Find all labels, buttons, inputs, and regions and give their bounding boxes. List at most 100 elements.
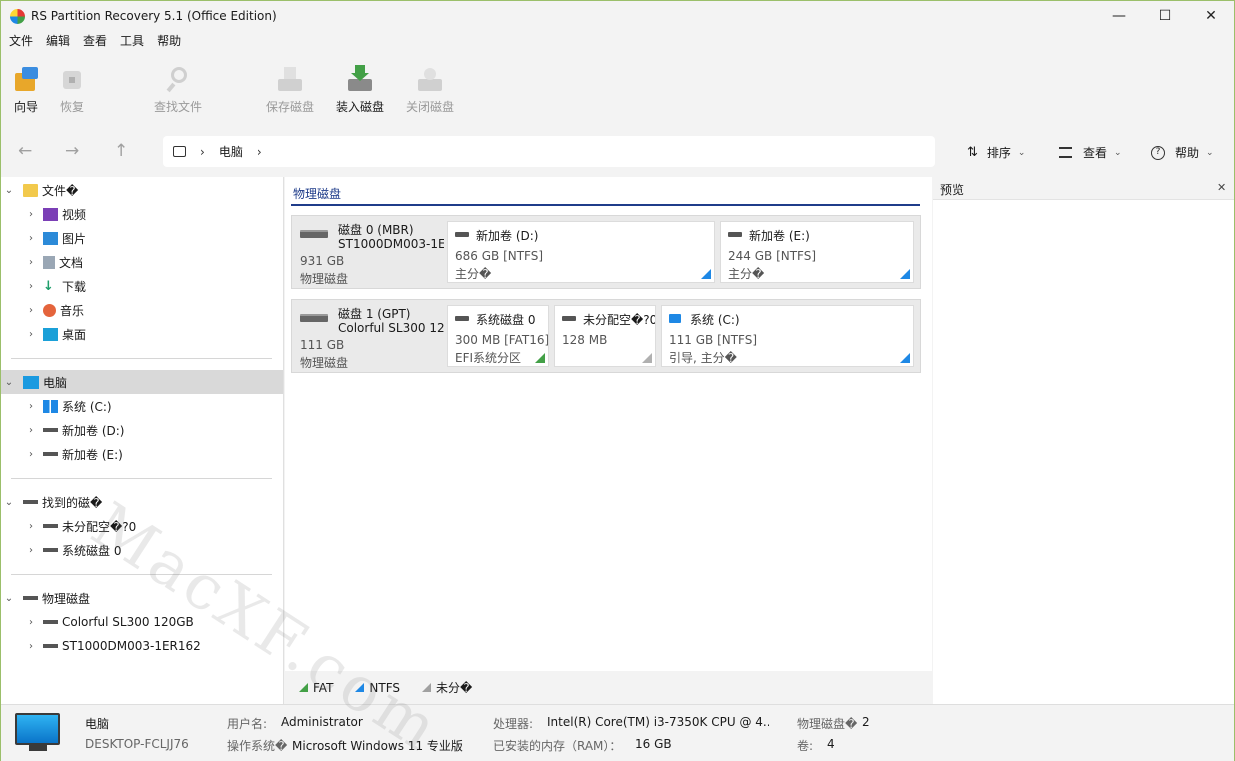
- unallocated-marker-icon: [642, 353, 652, 363]
- tree-item-computer[interactable]: ⌄ 电脑: [1, 370, 283, 394]
- chevron-right-icon[interactable]: ›: [23, 305, 39, 316]
- windows-drive-icon: [43, 399, 58, 413]
- legend-item-unallocated: 未分�: [422, 679, 472, 696]
- chevron-down-icon[interactable]: ⌄: [1, 185, 17, 196]
- drive-icon: [43, 428, 58, 432]
- tree-item-physical-root[interactable]: ⌄ 物理磁盘: [1, 586, 283, 610]
- breadcrumb-computer[interactable]: 电脑: [219, 143, 243, 160]
- up-arrow-icon[interactable]: ↑: [114, 141, 128, 161]
- disk-row[interactable]: 磁盘 0 (MBR) ST1000DM003-1ER162 931 GB 物理磁…: [291, 215, 921, 289]
- chevron-down-icon[interactable]: ⌄: [1, 497, 17, 508]
- view-button[interactable]: 查看 ⌄: [1059, 144, 1122, 161]
- tree-divider: [11, 358, 272, 359]
- chevron-right-icon[interactable]: ›: [23, 425, 39, 436]
- chevron-down-icon[interactable]: ⌄: [1, 377, 17, 388]
- close-icon[interactable]: ✕: [1217, 181, 1226, 194]
- volume-icon: [562, 316, 576, 321]
- help-button[interactable]: ? 帮助 ⌄: [1151, 144, 1214, 161]
- tree-item-found-root[interactable]: ⌄ 找到的磁�: [1, 490, 283, 514]
- tree-item-desktop[interactable]: › 桌面: [1, 322, 283, 346]
- chevron-down-icon: ⌄: [1114, 147, 1122, 158]
- toolbar: 向导 恢复 查找文件 保存磁盘 装入磁盘 关闭磁盘: [1, 51, 1234, 129]
- chevron-right-icon[interactable]: ›: [23, 281, 39, 292]
- disk-info[interactable]: 磁盘 0 (MBR) ST1000DM003-1ER162 931 GB 物理磁…: [292, 216, 446, 288]
- fat-marker-icon: [535, 353, 545, 363]
- menu-file[interactable]: 文件: [9, 31, 33, 51]
- status-os-value: Microsoft Windows 11 专业版: [292, 739, 463, 753]
- tree-label: 电脑: [43, 375, 68, 390]
- sort-button[interactable]: ⇅ 排序 ⌄: [967, 144, 1025, 161]
- address-bar[interactable]: › 电脑 ›: [163, 136, 935, 167]
- chevron-down-icon[interactable]: ⌄: [1, 593, 17, 604]
- chevron-down-icon: ⌄: [1017, 147, 1026, 158]
- tree-item-unallocated[interactable]: › 未分配空�?0: [1, 514, 283, 538]
- chevron-right-icon[interactable]: ›: [23, 329, 39, 340]
- tree-label: 文件�: [42, 183, 79, 198]
- partition-tile[interactable]: 系统 (C:) 111 GB [NTFS] 引导, 主分�: [661, 305, 914, 367]
- chevron-right-icon[interactable]: ›: [23, 521, 39, 532]
- status-ram-value: 16 GB: [635, 737, 672, 751]
- tree-item-colorful[interactable]: › Colorful SL300 120GB: [1, 610, 283, 634]
- chevron-right-icon[interactable]: ›: [23, 617, 39, 628]
- maximize-button[interactable]: ☐: [1142, 1, 1188, 31]
- disk-row[interactable]: 磁盘 1 (GPT) Colorful SL300 120GB 111 GB 物…: [291, 299, 921, 373]
- tree-item-music[interactable]: › 音乐: [1, 298, 283, 322]
- partition-type: EFI系统分区: [455, 351, 522, 365]
- chevron-right-icon[interactable]: ›: [23, 401, 39, 412]
- chevron-right-icon[interactable]: ›: [23, 449, 39, 460]
- menu-help[interactable]: 帮助: [157, 31, 181, 51]
- status-bar: 电脑 DESKTOP-FCLJJ76 用户名: Administrator 操作…: [1, 704, 1234, 761]
- menu-edit[interactable]: 编辑: [46, 31, 70, 51]
- tree-label: Colorful SL300 120GB: [62, 615, 194, 629]
- chevron-right-icon[interactable]: ›: [23, 209, 39, 220]
- status-host: DESKTOP-FCLJJ76: [85, 737, 189, 751]
- tree-label: ST1000DM003-1ER162: [62, 639, 201, 653]
- tree-item-files-root[interactable]: ⌄ 文件�: [1, 178, 283, 202]
- find-file-button[interactable]: 查找文件: [149, 65, 207, 115]
- forward-arrow-icon[interactable]: →: [65, 141, 79, 161]
- wizard-label: 向导: [13, 100, 38, 114]
- recover-button[interactable]: 恢复: [55, 65, 89, 115]
- tree-label: 未分配空�?0: [62, 519, 137, 534]
- legend-label: FAT: [313, 680, 334, 695]
- disk-info[interactable]: 磁盘 1 (GPT) Colorful SL300 120GB 111 GB 物…: [292, 300, 446, 372]
- tree-item-system-disk[interactable]: › 系统磁盘 0: [1, 538, 283, 562]
- chevron-right-icon[interactable]: ›: [23, 257, 39, 268]
- partition-type: 引导, 主分�: [669, 351, 737, 365]
- tree-item-st1000[interactable]: › ST1000DM003-1ER162: [1, 634, 283, 658]
- menu-tools[interactable]: 工具: [120, 31, 144, 51]
- partition-tile[interactable]: 新加卷 (D:) 686 GB [NTFS] 主分�: [447, 221, 715, 283]
- minimize-button[interactable]: —: [1096, 1, 1142, 31]
- partition-tile[interactable]: 系统磁盘 0 300 MB [FAT16] EFI系统分区: [447, 305, 549, 367]
- section-title: 物理磁盘: [293, 187, 342, 201]
- disk-type: 物理磁盘: [300, 272, 349, 286]
- help-icon: ?: [1151, 145, 1165, 160]
- tree-label: 图片: [62, 231, 87, 246]
- tree-label: 视频: [62, 207, 87, 222]
- mount-disk-button[interactable]: 装入磁盘: [331, 65, 389, 115]
- back-arrow-icon[interactable]: ←: [18, 141, 32, 161]
- tree-item-drive-d[interactable]: › 新加卷 (D:): [1, 418, 283, 442]
- partition-tile[interactable]: 新加卷 (E:) 244 GB [NTFS] 主分�: [720, 221, 914, 283]
- tree-item-documents[interactable]: › 文档: [1, 250, 283, 274]
- drive-icon: [43, 452, 58, 456]
- close-disk-button[interactable]: 关闭磁盘: [401, 65, 459, 115]
- tree-item-drive-c[interactable]: › 系统 (C:): [1, 394, 283, 418]
- chevron-right-icon[interactable]: ›: [23, 233, 39, 244]
- partition-tile[interactable]: 未分配空�?0 128 MB: [554, 305, 656, 367]
- partition-name: 新加卷 (D:): [476, 229, 539, 243]
- tree-item-drive-e[interactable]: › 新加卷 (E:): [1, 442, 283, 466]
- save-disk-button[interactable]: 保存磁盘: [261, 65, 319, 115]
- tree-item-videos[interactable]: › 视频: [1, 202, 283, 226]
- music-icon: [43, 303, 56, 317]
- close-button[interactable]: ✕: [1188, 1, 1234, 31]
- menu-view[interactable]: 查看: [83, 31, 107, 51]
- status-volumes-value: 4: [827, 737, 835, 751]
- tree-item-pictures[interactable]: › 图片: [1, 226, 283, 250]
- ntfs-marker-icon: [701, 269, 711, 279]
- wizard-button[interactable]: 向导: [9, 65, 43, 115]
- chevron-right-icon[interactable]: ›: [23, 641, 39, 652]
- chevron-right-icon[interactable]: ›: [23, 545, 39, 556]
- tree-item-downloads[interactable]: › ↓ 下载: [1, 274, 283, 298]
- drive-icon: [23, 596, 38, 600]
